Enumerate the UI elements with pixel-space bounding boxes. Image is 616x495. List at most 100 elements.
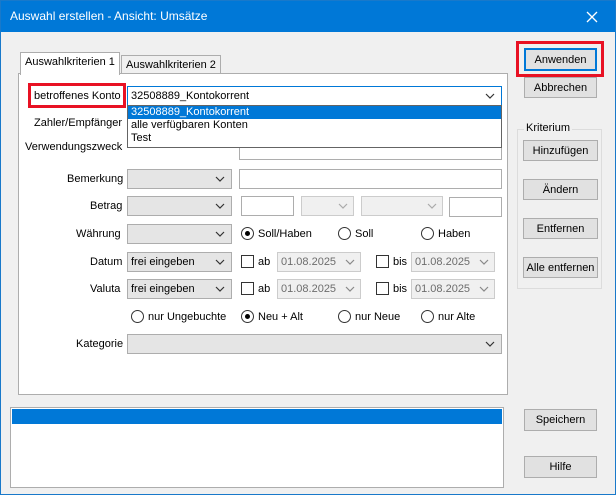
waehrung-label: Währung xyxy=(76,228,121,240)
chevron-down-icon xyxy=(427,203,437,209)
tab-auswahlkriterien-2[interactable]: Auswahlkriterien 2 xyxy=(121,55,221,75)
radio-label: Neu + Alt xyxy=(258,310,303,323)
betrag-label: Betrag xyxy=(90,200,123,212)
radio-label: nur Alte xyxy=(438,310,476,323)
kategorie-dropdown[interactable] xyxy=(127,334,502,354)
chevron-down-icon xyxy=(479,259,489,265)
radio-nur-ungebuchte[interactable]: nur Ungebuchte xyxy=(131,310,226,323)
datum-mode-dropdown[interactable]: frei eingeben xyxy=(127,252,232,272)
chevron-down-icon xyxy=(345,286,355,292)
datum-bis-checkbox[interactable]: bis xyxy=(376,255,407,268)
radio-nur-neue[interactable]: nur Neue xyxy=(338,310,400,323)
radio-soll[interactable]: Soll xyxy=(338,227,373,240)
dialog-window: Auswahl erstellen - Ansicht: Umsätze Aus… xyxy=(0,0,616,495)
radio-soll-haben[interactable]: Soll/Haben xyxy=(241,227,312,240)
close-icon xyxy=(586,11,598,22)
datum-ab-datepicker: 01.08.2025 xyxy=(277,252,361,272)
date-value: 01.08.2025 xyxy=(281,283,337,295)
radio-label: Haben xyxy=(438,227,471,240)
radio-haben[interactable]: Haben xyxy=(421,227,470,240)
radio-dot xyxy=(131,310,144,323)
konto-option[interactable]: alle verfügbaren Konten xyxy=(128,119,501,132)
radio-dot xyxy=(421,310,434,323)
tab-auswahlkriterien-1[interactable]: Auswahlkriterien 1 xyxy=(20,52,120,75)
datum-ab-checkbox[interactable]: ab xyxy=(241,255,270,268)
konto-option[interactable]: Test xyxy=(128,132,501,145)
saved-selection-list[interactable] xyxy=(10,407,504,488)
window-title: Auswahl erstellen - Ansicht: Umsätze xyxy=(10,9,208,23)
anwenden-button[interactable]: Anwenden xyxy=(524,48,597,71)
hilfe-button[interactable]: Hilfe xyxy=(524,456,597,478)
radio-nur-alte[interactable]: nur Alte xyxy=(421,310,475,323)
date-value: 01.08.2025 xyxy=(281,256,337,268)
checkbox-label: ab xyxy=(258,255,271,268)
valuta-ab-datepicker: 01.08.2025 xyxy=(277,279,361,299)
close-button[interactable] xyxy=(569,1,615,32)
chevron-down-icon xyxy=(215,286,225,292)
checkbox-box xyxy=(241,282,254,295)
list-item-selected[interactable] xyxy=(12,409,502,424)
radio-dot xyxy=(421,227,434,240)
radio-dot xyxy=(338,227,351,240)
konto-value: 32508889_Kontokorrent xyxy=(131,90,250,102)
chevron-down-icon xyxy=(345,259,355,265)
chevron-down-icon xyxy=(479,286,489,292)
valuta-mode-dropdown[interactable]: frei eingeben xyxy=(127,279,232,299)
konto-option[interactable]: 32508889_Kontokorrent xyxy=(128,106,501,119)
radio-label: Soll/Haben xyxy=(258,227,312,240)
checkbox-box xyxy=(376,255,389,268)
radio-label: nur Neue xyxy=(355,310,401,323)
checkbox-label: bis xyxy=(393,255,408,268)
valuta-ab-checkbox[interactable]: ab xyxy=(241,282,270,295)
betrag-input[interactable] xyxy=(241,196,294,216)
konto-label: betroffenes Konto xyxy=(34,90,121,102)
checkbox-box xyxy=(241,255,254,268)
betrag-operator2-dropdown xyxy=(301,196,354,216)
entfernen-button[interactable]: Entfernen xyxy=(523,218,598,239)
zahler-label: Zahler/Empfänger xyxy=(34,117,123,129)
radio-neu-alt[interactable]: Neu + Alt xyxy=(241,310,303,323)
radio-dot xyxy=(241,227,254,240)
betrag-operator-dropdown[interactable] xyxy=(127,196,232,216)
datum-mode-value: frei eingeben xyxy=(131,256,195,268)
speichern-button[interactable]: Speichern xyxy=(524,409,597,431)
date-value: 01.08.2025 xyxy=(415,256,471,268)
betrag-operator3-dropdown xyxy=(361,196,443,216)
valuta-label: Valuta xyxy=(90,283,121,295)
radio-dot xyxy=(241,310,254,323)
chevron-down-icon xyxy=(215,203,225,209)
chevron-down-icon xyxy=(338,203,348,209)
valuta-mode-value: frei eingeben xyxy=(131,283,195,295)
datum-label: Datum xyxy=(90,256,123,268)
radio-label: Soll xyxy=(355,227,374,240)
chevron-down-icon xyxy=(215,231,225,237)
bemerkung-input[interactable] xyxy=(239,169,502,189)
konto-dropdown-list: 32508889_Kontokorrent alle verfügbaren K… xyxy=(127,105,502,148)
aendern-button[interactable]: Ändern xyxy=(523,179,598,200)
bemerkung-operator-dropdown[interactable] xyxy=(127,169,232,189)
hinzufuegen-button[interactable]: Hinzufügen xyxy=(523,140,598,161)
chevron-down-icon xyxy=(215,259,225,265)
valuta-bis-checkbox[interactable]: bis xyxy=(376,282,407,295)
abbrechen-button[interactable]: Abbrechen xyxy=(524,77,597,98)
checkbox-label: ab xyxy=(258,282,271,295)
waehrung-dropdown[interactable] xyxy=(127,224,232,244)
bemerkung-label: Bemerkung xyxy=(67,173,124,185)
checkbox-box xyxy=(376,282,389,295)
alle-entfernen-button[interactable]: Alle entfernen xyxy=(523,257,598,278)
datum-bis-datepicker: 01.08.2025 xyxy=(411,252,495,272)
radio-label: nur Ungebuchte xyxy=(148,310,227,323)
chevron-down-icon xyxy=(215,176,225,182)
title-bar: Auswahl erstellen - Ansicht: Umsätze xyxy=(1,1,615,32)
konto-dropdown[interactable]: 32508889_Kontokorrent xyxy=(127,86,502,106)
chevron-down-icon xyxy=(485,341,495,347)
kriterium-title: Kriterium xyxy=(524,122,573,134)
chevron-down-icon xyxy=(485,93,495,99)
betrag-input-2[interactable] xyxy=(449,197,502,217)
radio-dot xyxy=(338,310,351,323)
kategorie-label: Kategorie xyxy=(76,338,124,350)
valuta-bis-datepicker: 01.08.2025 xyxy=(411,279,495,299)
date-value: 01.08.2025 xyxy=(415,283,471,295)
verwendungszweck-label: Verwendungszweck xyxy=(25,141,123,153)
checkbox-label: bis xyxy=(393,282,408,295)
